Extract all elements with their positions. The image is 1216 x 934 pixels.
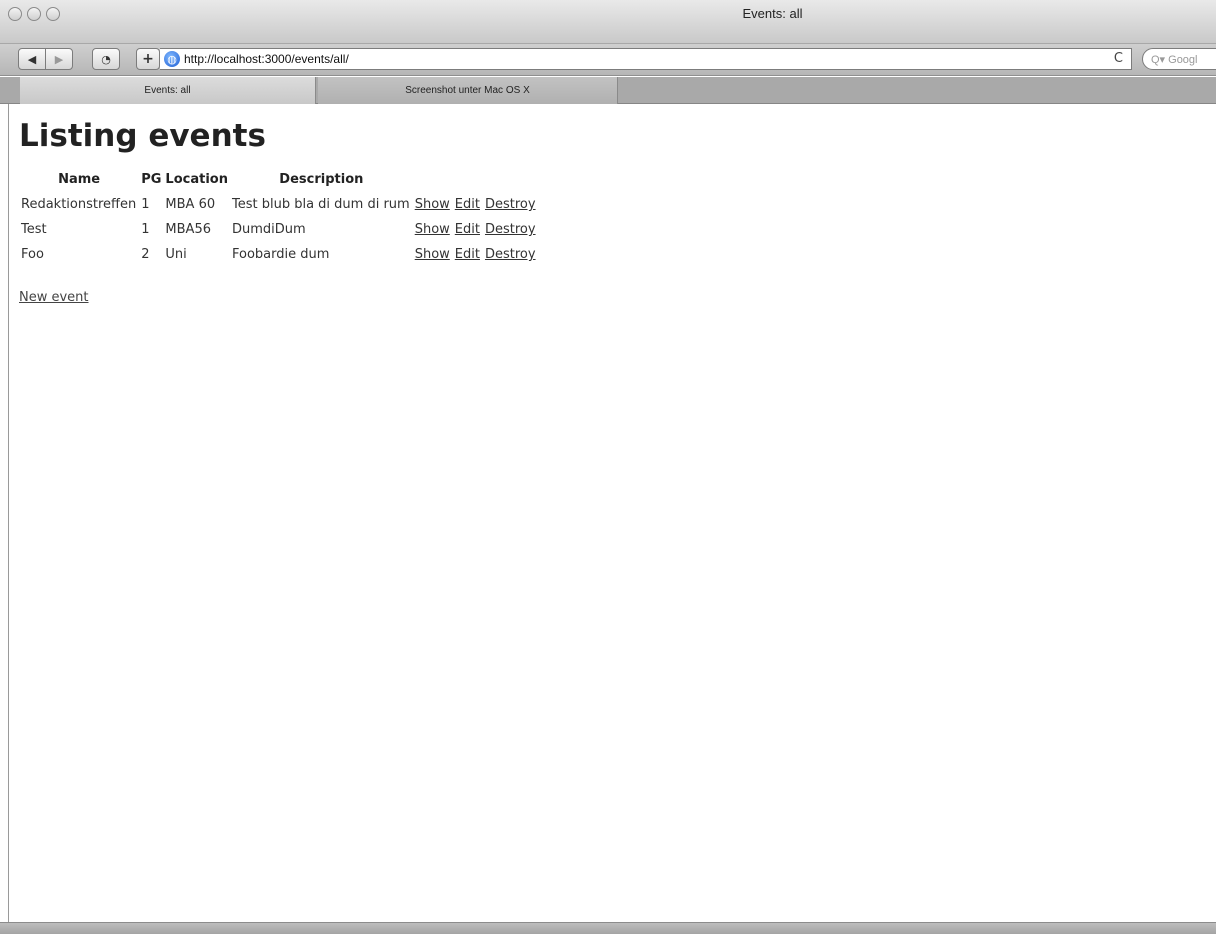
- show-link[interactable]: Show: [415, 247, 450, 262]
- events-table: Name PG Location Description Redaktionst…: [19, 172, 539, 268]
- column-header-description: Description: [279, 172, 364, 187]
- cell-pg: 2: [141, 247, 150, 262]
- column-header-actions: [413, 172, 453, 193]
- cell-name: Foo: [21, 247, 44, 262]
- column-header-location: Location: [165, 172, 228, 187]
- new-event-link[interactable]: New event: [19, 290, 89, 305]
- cell-location: MBA56: [165, 222, 211, 237]
- cell-description: Foobardie dum: [231, 247, 330, 262]
- column-header-name: Name: [58, 172, 101, 187]
- reload-icon[interactable]: C: [1114, 51, 1123, 66]
- search-field[interactable]: Q▾ Googl: [1142, 48, 1216, 70]
- back-button[interactable]: ◀: [18, 48, 46, 70]
- page-menu-button[interactable]: ◔: [92, 48, 120, 70]
- cell-location: MBA 60: [165, 197, 216, 212]
- edit-link[interactable]: Edit: [455, 247, 480, 262]
- browser-toolbar: ◀ ▶ ◔ + ◍ http://localhost:3000/events/a…: [0, 44, 1216, 76]
- column-header-pg: PG: [141, 172, 162, 187]
- url-text[interactable]: http://localhost:3000/events/all/: [184, 52, 349, 66]
- column-header-actions: [483, 172, 539, 193]
- cell-location: Uni: [165, 247, 187, 262]
- table-header-row: Name PG Location Description: [19, 172, 539, 193]
- destroy-link[interactable]: Destroy: [485, 247, 536, 262]
- tab-bar: Events: all Screenshot unter Mac OS X: [0, 77, 1216, 104]
- browser-window: Events: all ◀ ▶ ◔ + ◍ http://localhost:3…: [0, 0, 1216, 934]
- destroy-link[interactable]: Destroy: [485, 222, 536, 237]
- show-link[interactable]: Show: [415, 222, 450, 237]
- tab-events-all[interactable]: Events: all: [20, 77, 316, 104]
- show-link[interactable]: Show: [415, 197, 450, 212]
- globe-icon: ◍: [164, 51, 180, 67]
- table-row: Redaktionstreffen 1 MBA 60 Test blub bla…: [19, 193, 539, 218]
- address-bar[interactable]: ◍ http://localhost:3000/events/all/ C: [160, 48, 1132, 70]
- forward-arrow-icon: ▶: [54, 52, 64, 66]
- column-header-actions: [453, 172, 483, 193]
- cell-name: Redaktionstreffen: [21, 197, 137, 212]
- back-arrow-icon: ◀: [27, 52, 37, 66]
- page-content: Listing events Name PG Location Descript…: [8, 104, 1216, 922]
- plus-icon: +: [142, 51, 154, 67]
- page-menu-icon: ◔: [101, 52, 111, 66]
- cell-name: Test: [21, 222, 47, 237]
- table-row: Foo 2 Uni Foobardie dum Show Edit Destro…: [19, 243, 539, 268]
- destroy-link[interactable]: Destroy: [485, 197, 536, 212]
- forward-button[interactable]: ▶: [45, 48, 73, 70]
- add-bookmark-button[interactable]: +: [136, 48, 160, 70]
- cell-description: Test blub bla di dum di rum: [231, 197, 410, 212]
- page-title: Listing events: [19, 118, 266, 154]
- status-bar: [0, 922, 1216, 934]
- edit-link[interactable]: Edit: [455, 197, 480, 212]
- title-bar: Events: all: [0, 0, 1216, 44]
- window-title: Events: all: [742, 6, 803, 21]
- tab-screenshot[interactable]: Screenshot unter Mac OS X: [318, 77, 618, 104]
- cell-description: DumdiDum: [231, 222, 306, 237]
- edit-link[interactable]: Edit: [455, 222, 480, 237]
- cell-pg: 1: [141, 222, 150, 237]
- table-row: Test 1 MBA56 DumdiDum Show Edit Destroy: [19, 218, 539, 243]
- cell-pg: 1: [141, 197, 150, 212]
